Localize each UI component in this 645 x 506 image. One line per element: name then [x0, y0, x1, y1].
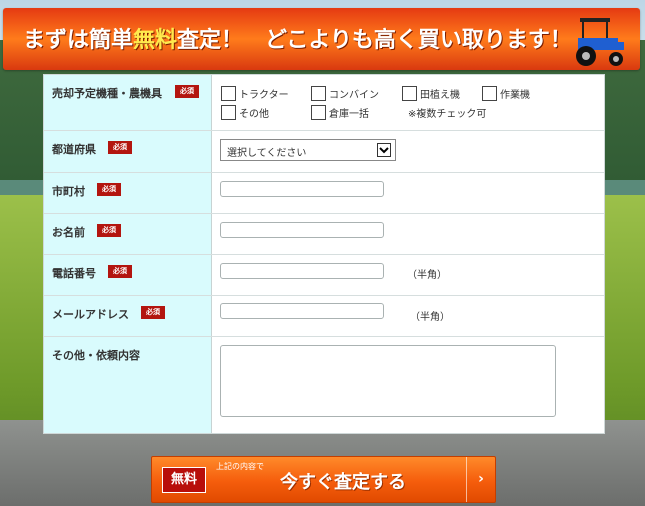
label-cell-phone: 電話番号 必須: [44, 255, 212, 295]
banner-text-before: まずは簡単: [23, 28, 134, 53]
submit-label: 今すぐ査定する: [280, 472, 406, 493]
label-phone: 電話番号: [52, 267, 96, 280]
form-row-other: その他・依頼内容: [44, 337, 604, 433]
label-email: メールアドレス: [52, 308, 129, 321]
other-request-textarea[interactable]: [220, 345, 556, 417]
checkbox-label-rice-transplanter: 田植え機: [420, 90, 460, 101]
label-cell-other: その他・依頼内容: [44, 337, 212, 433]
checkbox-warehouse[interactable]: [311, 105, 326, 120]
label-equipment: 売却予定機種・農機具: [52, 87, 162, 100]
label-name: お名前: [52, 226, 85, 239]
label-city: 市町村: [52, 185, 85, 198]
free-badge: 無料: [162, 467, 206, 493]
checkbox-implement[interactable]: [482, 86, 497, 101]
required-badge: 必須: [175, 85, 199, 98]
form-row-city: 市町村 必須: [44, 173, 604, 214]
form-row-email: メールアドレス 必須 （半角）: [44, 296, 604, 337]
required-badge: 必須: [97, 224, 121, 237]
label-other: その他・依頼内容: [52, 349, 140, 362]
submit-appraisal-button[interactable]: 無料 上記の内容で 今すぐ査定する ›: [151, 456, 496, 503]
required-badge: 必須: [97, 183, 121, 196]
chevron-right-icon: ›: [466, 457, 495, 502]
form-row-phone: 電話番号 必須 （半角）: [44, 255, 604, 296]
header-banner: まずは簡単無料査定！ どこよりも高く買い取ります！: [3, 8, 640, 70]
field-cell-prefecture: 選択してください: [212, 131, 604, 172]
multi-check-note: ※複数チェック可: [408, 109, 487, 120]
phone-input[interactable]: [220, 263, 384, 279]
appraisal-form: 売却予定機種・農機具 必須 トラクター コンバイン 田植え機 作業機 その他 倉…: [43, 74, 605, 434]
prefecture-select-value: 選択してください: [227, 148, 307, 159]
required-badge: 必須: [108, 141, 132, 154]
form-row-equipment: 売却予定機種・農機具 必須 トラクター コンバイン 田植え機 作業機 その他 倉…: [44, 75, 604, 131]
chevron-down-icon: [377, 143, 391, 157]
submit-subtext: 上記の内容で: [216, 462, 264, 471]
label-cell-prefecture: 都道府県 必須: [44, 131, 212, 172]
checkbox-label-implement: 作業機: [500, 90, 530, 101]
checkbox-label-other: その他: [239, 109, 269, 120]
tractor-icon: [576, 18, 624, 66]
checkbox-rice-transplanter[interactable]: [402, 86, 417, 101]
field-cell-name: [212, 214, 604, 254]
required-badge: 必須: [108, 265, 132, 278]
required-badge: 必須: [141, 306, 165, 319]
label-prefecture: 都道府県: [52, 143, 96, 156]
phone-halfwidth-note: （半角）: [407, 270, 447, 281]
name-input[interactable]: [220, 222, 384, 238]
label-cell-equipment: 売却予定機種・農機具 必須: [44, 75, 212, 130]
field-cell-phone: （半角）: [212, 255, 604, 295]
field-cell-equipment: トラクター コンバイン 田植え機 作業機 その他 倉庫一括 ※複数チェック可: [212, 75, 604, 130]
checkbox-combine[interactable]: [311, 86, 326, 101]
checkbox-label-warehouse: 倉庫一括: [329, 109, 369, 120]
label-cell-email: メールアドレス 必須: [44, 296, 212, 336]
banner-headline: まずは簡単無料査定！ どこよりも高く買い取ります！: [23, 22, 572, 54]
form-row-name: お名前 必須: [44, 214, 604, 255]
checkbox-tractor[interactable]: [221, 86, 236, 101]
field-cell-email: （半角）: [212, 296, 604, 336]
checkbox-other[interactable]: [221, 105, 236, 120]
label-cell-city: 市町村 必須: [44, 173, 212, 213]
prefecture-select[interactable]: 選択してください: [220, 139, 396, 161]
city-input[interactable]: [220, 181, 384, 197]
form-row-prefecture: 都道府県 必須 選択してください: [44, 131, 604, 173]
label-cell-name: お名前 必須: [44, 214, 212, 254]
email-halfwidth-note: （半角）: [410, 312, 450, 323]
field-cell-city: [212, 173, 604, 213]
banner-text-after: 査定！ どこよりも高く買い取ります！: [177, 28, 572, 53]
banner-text-accent: 無料: [133, 28, 178, 53]
email-input[interactable]: [220, 303, 384, 319]
checkbox-label-tractor: トラクター: [239, 90, 289, 101]
checkbox-label-combine: コンバイン: [329, 90, 379, 101]
field-cell-other: [212, 337, 604, 433]
